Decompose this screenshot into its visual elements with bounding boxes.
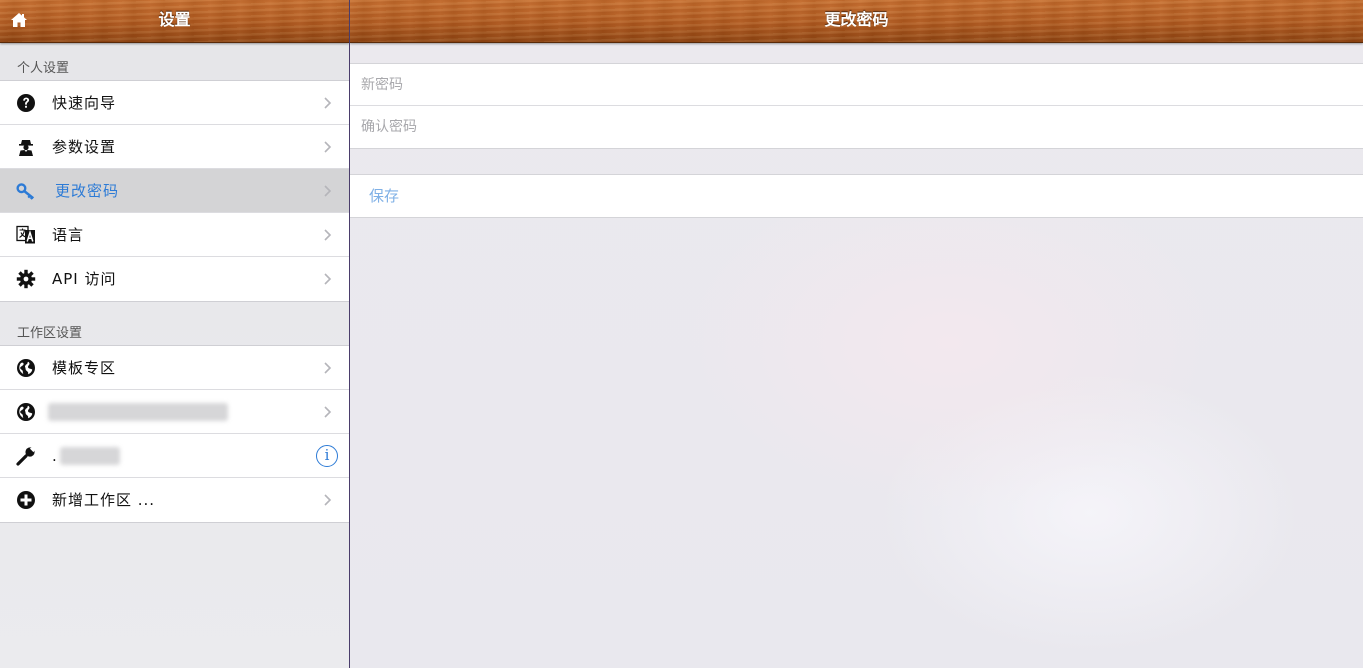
save-button[interactable]: 保存 [350, 175, 1363, 217]
workspace-settings-list: 模板专区 . i 新增工作区 ... [0, 345, 349, 523]
sidebar-item-quick-guide[interactable]: 快速向导 [0, 81, 349, 125]
redacted-text [48, 403, 228, 421]
sidebar-header: 设置 [0, 0, 349, 43]
globe-icon [16, 358, 36, 378]
sidebar-item-label: 新增工作区 ... [52, 491, 156, 509]
sidebar-item-label: . [52, 447, 58, 465]
chevron-right-icon [324, 273, 332, 285]
sidebar-item-change-password[interactable]: 更改密码 [0, 169, 349, 213]
key-icon [16, 181, 36, 201]
chevron-right-icon [324, 185, 332, 197]
confirm-password-row [350, 106, 1363, 148]
sidebar-item-language[interactable]: 语言 [0, 213, 349, 257]
sidebar-item-workspace[interactable] [0, 390, 349, 434]
personal-settings-list: 快速向导 参数设置 更改密码 语言 API 访问 [0, 80, 349, 302]
sidebar-title: 设置 [158, 10, 191, 29]
question-icon [16, 93, 36, 113]
agent-icon [16, 137, 36, 157]
section-title-workspace: 工作区设置 [17, 326, 83, 341]
chevron-right-icon [324, 97, 332, 109]
chevron-right-icon [324, 494, 332, 506]
home-icon[interactable] [9, 11, 29, 29]
sidebar-item-label: 快速向导 [52, 94, 117, 112]
chevron-right-icon [324, 406, 332, 418]
detail-header: 更改密码 [350, 0, 1363, 43]
detail-title: 更改密码 [824, 10, 889, 29]
sidebar-item-api-access[interactable]: API 访问 [0, 257, 349, 301]
sidebar-item-templates[interactable]: 模板专区 [0, 346, 349, 390]
sidebar-item-preferences[interactable]: 参数设置 [0, 125, 349, 169]
confirm-password-input[interactable] [350, 119, 1363, 135]
sidebar-item-label: API 访问 [52, 270, 117, 288]
sidebar-item-add-workspace[interactable]: 新增工作区 ... [0, 478, 349, 522]
password-fields [350, 63, 1363, 149]
new-password-row [350, 64, 1363, 106]
sidebar-item-label: 更改密码 [55, 182, 120, 200]
sidebar-item-label: 模板专区 [52, 359, 117, 377]
sidebar-item-label: 语言 [52, 226, 85, 244]
globe-icon [16, 402, 36, 422]
change-password-panel: 保存 [350, 43, 1363, 668]
settings-sidebar: 个人设置 快速向导 参数设置 更改密码 语言 API 访问 工作区设置 模板专区… [0, 43, 349, 668]
sidebar-item-workspace-tools[interactable]: . i [0, 434, 349, 478]
sidebar-item-label: 参数设置 [52, 138, 117, 156]
info-icon[interactable]: i [316, 445, 338, 467]
chevron-right-icon [324, 362, 332, 374]
plus-circle-icon [16, 490, 36, 510]
section-title-personal: 个人设置 [17, 61, 70, 76]
save-group: 保存 [350, 174, 1363, 218]
wrench-icon [16, 446, 36, 466]
translate-icon [16, 225, 36, 245]
redacted-text [60, 447, 120, 465]
new-password-input[interactable] [350, 76, 1363, 93]
gear-icon [16, 269, 36, 289]
pane-divider [349, 0, 350, 668]
chevron-right-icon [324, 141, 332, 153]
chevron-right-icon [324, 229, 332, 241]
